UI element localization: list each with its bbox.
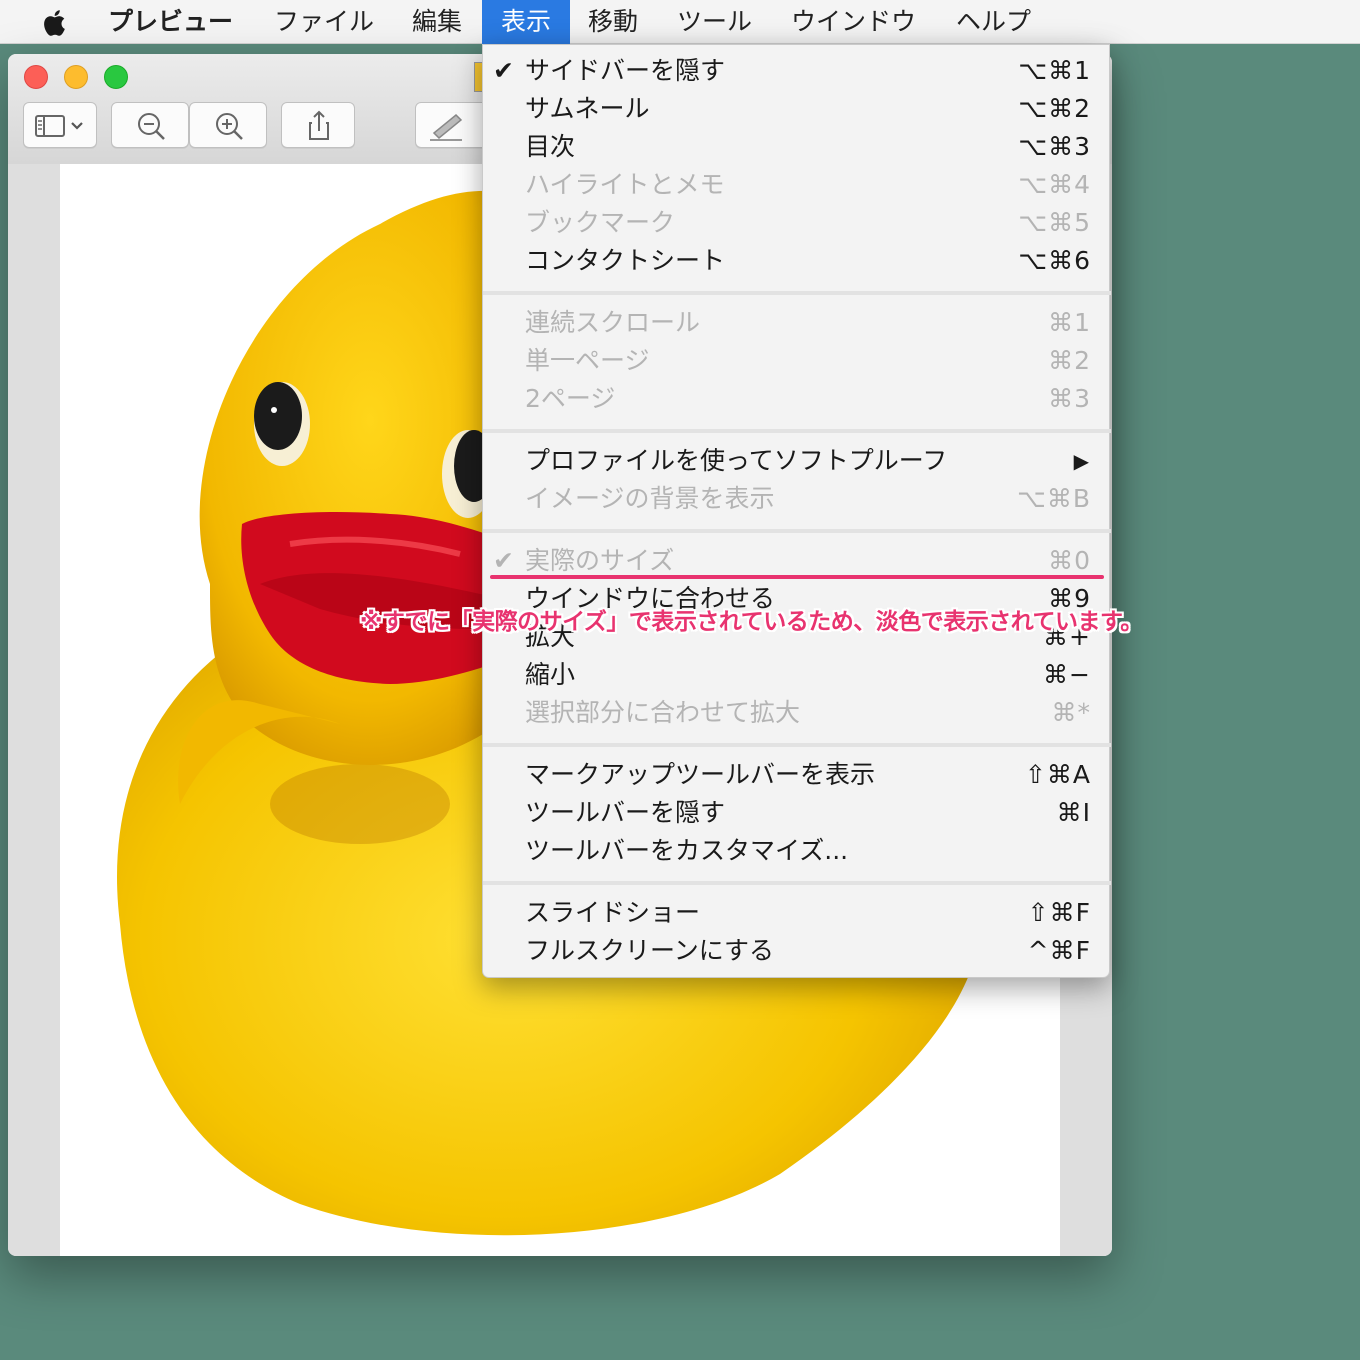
menu-item-shortcut: ⌥⌘1 xyxy=(1018,56,1091,85)
view-menu-item[interactable]: ✔ サイドバーを隠す ⌥⌘1 xyxy=(483,52,1111,90)
sidebar-toggle-button[interactable] xyxy=(23,102,97,148)
menu-go[interactable]: 移動 xyxy=(588,0,638,44)
menu-item-label: ツールバーを隠す xyxy=(525,798,726,827)
zoom-out-icon xyxy=(138,113,165,140)
menu-item-shortcut: ⌥⌘6 xyxy=(1018,246,1091,275)
apple-logo-icon[interactable] xyxy=(38,6,72,40)
markup-button[interactable] xyxy=(415,102,489,148)
menu-item-label: ハイライトとメモ xyxy=(525,170,725,199)
view-menu-item[interactable]: ツールバーをカスタマイズ... xyxy=(483,832,1111,870)
view-menu-dropdown: ✔ サイドバーを隠す ⌥⌘1 サムネール ⌥⌘2 目次 ⌥⌘3 ハイライトとメモ ⌥⌘4 ブックマ… xyxy=(482,44,1111,978)
menu-item-label: 縮小 xyxy=(525,660,576,689)
menu-view[interactable]: 表示 xyxy=(482,0,570,44)
menu-separator xyxy=(483,529,1111,533)
view-menu-item[interactable]: 目次 ⌥⌘3 xyxy=(483,128,1111,166)
menu-app-preview[interactable]: プレビュー xyxy=(108,0,233,44)
zoom-window-button[interactable] xyxy=(104,65,128,89)
minimize-window-button[interactable] xyxy=(64,65,88,89)
view-menu-item[interactable]: マークアップツールバーを表示 ⇧⌘A xyxy=(483,756,1111,794)
view-menu-item[interactable]: スライドショー ⇧⌘F xyxy=(483,894,1111,932)
menu-file[interactable]: ファイル xyxy=(274,0,374,44)
share-button[interactable] xyxy=(281,102,355,148)
menu-item-label: 2ページ xyxy=(525,384,616,413)
annotation-underline xyxy=(490,575,1104,579)
menu-item-label: コンタクトシート xyxy=(525,246,726,275)
menu-item-shortcut: ⇧⌘F xyxy=(1027,898,1091,927)
markup-pen-icon xyxy=(430,113,463,141)
view-menu-item[interactable]: 縮小 ⌘− xyxy=(483,656,1111,694)
menu-item-label: ツールバーをカスタマイズ... xyxy=(525,836,849,865)
menu-item-label: プロファイルを使ってソフトプルーフ xyxy=(525,446,948,475)
view-menu-item[interactable]: ツールバーを隠す ⌘I xyxy=(483,794,1111,832)
menu-item-label: ブックマーク xyxy=(525,208,676,237)
menu-separator xyxy=(483,291,1111,295)
menu-item-shortcut: ⌥⌘B xyxy=(1017,484,1091,513)
menu-item-shortcut: ⇧⌘A xyxy=(1024,760,1091,789)
menu-item-shortcut: ⌘1 xyxy=(1048,308,1091,337)
menu-item-shortcut: ⌥⌘3 xyxy=(1018,132,1091,161)
menu-item-label: スライドショー xyxy=(525,898,701,927)
zoom-in-button[interactable] xyxy=(189,102,267,148)
menu-item-label: 単一ページ xyxy=(525,346,650,375)
menu-window[interactable]: ウインドウ xyxy=(791,0,916,44)
view-menu-item[interactable]: プロファイルを使ってソフトプルーフ ▶ xyxy=(483,442,1111,480)
menu-item-shortcut: ⌘− xyxy=(1043,660,1091,689)
close-window-button[interactable] xyxy=(24,65,48,89)
checkmark-icon: ✔ xyxy=(493,56,514,85)
menu-item-label: フルスクリーンにする xyxy=(525,936,775,965)
zoom-in-icon xyxy=(216,113,243,140)
menu-item-label: イメージの背景を表示 xyxy=(525,484,775,513)
view-menu-item: 2ページ ⌘3 xyxy=(483,380,1111,418)
menu-item-label: サイドバーを隠す xyxy=(525,56,726,85)
menu-item-shortcut: ⌘3 xyxy=(1048,384,1091,413)
menu-separator xyxy=(483,881,1111,885)
menu-item-shortcut: ⌥⌘2 xyxy=(1018,94,1091,123)
zoom-out-button[interactable] xyxy=(111,102,189,148)
chevron-down-icon xyxy=(71,122,83,130)
menu-item-shortcut: ⌥⌘4 xyxy=(1018,170,1091,199)
menu-separator xyxy=(483,429,1111,433)
view-menu-item[interactable]: フルスクリーンにする ^⌘F xyxy=(483,932,1111,970)
view-menu-item[interactable]: コンタクトシート ⌥⌘6 xyxy=(483,242,1111,280)
menu-item-shortcut: ⌘2 xyxy=(1048,346,1091,375)
share-icon xyxy=(309,110,329,140)
menu-item-label: 連続スクロール xyxy=(525,308,701,337)
sidebar-icon xyxy=(35,115,65,137)
menu-item-shortcut: ⌘I xyxy=(1056,798,1091,827)
menu-separator xyxy=(483,743,1111,747)
menu-tools[interactable]: ツール xyxy=(677,0,752,44)
view-menu-item: 選択部分に合わせて拡大 ⌘* xyxy=(483,694,1111,732)
menu-item-shortcut: ⌥⌘5 xyxy=(1018,208,1091,237)
menu-help[interactable]: ヘルプ xyxy=(956,0,1031,44)
view-menu-item: 単一ページ ⌘2 xyxy=(483,342,1111,380)
menu-item-label: サムネール xyxy=(525,94,650,123)
menu-item-label: マークアップツールバーを表示 xyxy=(525,760,876,789)
view-menu-item: 連続スクロール ⌘1 xyxy=(483,304,1111,342)
menu-bar: プレビュー ファイル 編集 表示 移動 ツール ウインドウ ヘルプ xyxy=(0,0,1360,44)
view-menu-item[interactable]: サムネール ⌥⌘2 xyxy=(483,90,1111,128)
annotation-note: ※すでに「実際のサイズ」で表示されているため、淡色で表示されています。 xyxy=(360,609,1143,635)
view-menu-item: イメージの背景を表示 ⌥⌘B xyxy=(483,480,1111,518)
view-menu-item: ブックマーク ⌥⌘5 xyxy=(483,204,1111,242)
menu-item-shortcut: ^⌘F xyxy=(1027,936,1091,965)
menu-item-label: 選択部分に合わせて拡大 xyxy=(525,698,801,727)
view-menu-item: ハイライトとメモ ⌥⌘4 xyxy=(483,166,1111,204)
menu-item-shortcut: ⌘* xyxy=(1051,698,1091,727)
menu-edit[interactable]: 編集 xyxy=(412,0,462,44)
menu-item-label: 目次 xyxy=(525,132,576,161)
submenu-arrow-icon: ▶ xyxy=(1073,449,1089,473)
